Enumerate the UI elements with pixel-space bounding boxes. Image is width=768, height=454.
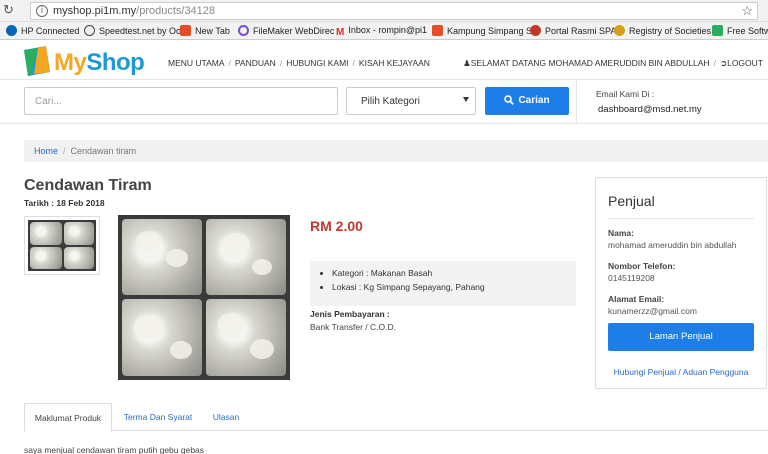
url-field[interactable]: i myshop.pi1m.my/products/34128 ☆ xyxy=(30,2,758,20)
seller-name-label: Nama: xyxy=(608,228,634,238)
seller-name: mohamad ameruddin bin abdullah xyxy=(608,240,737,250)
seller-panel: Penjual Nama: mohamad ameruddin bin abdu… xyxy=(595,177,767,389)
filemaker-icon xyxy=(238,25,249,36)
nav-menu-utama[interactable]: MENU UTAMA xyxy=(168,58,225,68)
mushroom-photo xyxy=(118,215,290,380)
bookmark-item[interactable]: FileMaker WebDirec xyxy=(238,25,334,36)
reload-icon[interactable]: ↻ xyxy=(3,2,14,18)
seller-phone: 0145119208 xyxy=(608,273,655,283)
nav-hubungi-kami[interactable]: HUBUNGI KAMI xyxy=(286,58,348,68)
product-title: Cendawan Tiram xyxy=(24,177,152,194)
joomla-icon xyxy=(180,25,191,36)
product-tabs: Maklumat Produk Terma Dan Syarat Ulasan xyxy=(24,403,768,432)
bookmark-star-icon[interactable]: ☆ xyxy=(741,3,753,19)
product-category: Kategori : Makanan Basah xyxy=(332,268,576,278)
bookmark-item[interactable]: Registry of Societies xyxy=(614,25,711,36)
seller-page-button[interactable]: Laman Penjual xyxy=(608,323,754,351)
bookmark-item[interactable]: M Inbox - rompin@pi1 xyxy=(336,25,427,38)
logo-mark-icon xyxy=(24,46,50,76)
logout-link[interactable]: LOGOUT xyxy=(727,58,763,68)
hp-icon xyxy=(6,25,17,36)
logo-text: MyShop xyxy=(54,49,145,76)
product-image[interactable] xyxy=(118,215,290,380)
payment-label: Jenis Pembayaran : xyxy=(310,309,390,319)
search-icon xyxy=(504,95,515,105)
seller-email: kunamerzz@gmail.com xyxy=(608,306,697,316)
breadcrumb-home[interactable]: Home xyxy=(34,146,58,156)
welcome-text[interactable]: SELAMAT DATANG MOHAMAD AMERUDDIN BIN ABD… xyxy=(471,58,710,68)
breadcrumb: Home / Cendawan tiram xyxy=(24,140,768,162)
browser-address-bar: ↻ i myshop.pi1m.my/products/34128 ☆ xyxy=(0,0,768,22)
search-button-label: Carian xyxy=(518,95,550,106)
product-thumbnail[interactable] xyxy=(24,216,100,275)
url-text: myshop.pi1m.my/products/34128 xyxy=(53,5,216,17)
product-description: saya menjual cendawan tiram putih gebu g… xyxy=(24,445,205,454)
product-price: RM 2.00 xyxy=(310,218,363,234)
product-date: Tarikh : 18 Feb 2018 xyxy=(24,198,105,208)
info-icon[interactable]: i xyxy=(36,5,48,17)
breadcrumb-current: Cendawan tiram xyxy=(70,146,137,156)
user-icon: ♟ xyxy=(463,58,471,68)
contact-seller-link[interactable]: Hubungi Penjual xyxy=(614,367,676,377)
tab-ulasan[interactable]: Ulasan xyxy=(204,403,248,431)
tab-maklumat-produk[interactable]: Maklumat Produk xyxy=(24,403,112,432)
spa-icon xyxy=(530,25,541,36)
divider xyxy=(0,123,768,124)
tab-terma-dan-syarat[interactable]: Terma Dan Syarat xyxy=(116,403,200,431)
search-button[interactable]: Carian xyxy=(485,87,569,115)
email-label: Email Kami Di : xyxy=(596,89,655,99)
product-details: Kategori : Makanan Basah Lokasi : Kg Sim… xyxy=(310,261,576,306)
bookmark-item[interactable]: HP Connected xyxy=(6,25,79,36)
gmail-icon: M xyxy=(336,27,345,38)
ros-icon xyxy=(614,25,625,36)
bookmark-item[interactable]: Kampung Simpang S xyxy=(432,25,532,36)
bookmarks-bar: HP Connected Speedtest.net by Ooi New Ta… xyxy=(0,22,768,40)
category-value: Pilih Kategori xyxy=(361,96,420,107)
caret-down-icon xyxy=(463,97,469,102)
category-select[interactable]: Pilih Kategori xyxy=(346,87,476,115)
search-input[interactable] xyxy=(24,87,338,115)
divider xyxy=(0,79,768,80)
user-nav: ♟SELAMAT DATANG MOHAMAD AMERUDDIN BIN AB… xyxy=(463,58,763,68)
seller-phone-label: Nombor Telefon: xyxy=(608,261,676,271)
user-complaint-link[interactable]: Aduan Pengguna xyxy=(683,367,749,377)
nav-panduan[interactable]: PANDUAN xyxy=(235,58,276,68)
divider xyxy=(576,80,577,123)
seller-links: Hubungi Penjual / Aduan Pengguna xyxy=(613,367,749,377)
mushroom-thumbnail-image xyxy=(28,220,96,271)
bookmark-item[interactable]: Free Softwa xyxy=(712,25,768,36)
nav-kisah-kejayaan[interactable]: KISAH KEJAYAAN xyxy=(359,58,430,68)
payment-methods: Bank Transfer / C.O.D. xyxy=(310,322,396,332)
bookmark-item[interactable]: Speedtest.net by Ooi xyxy=(84,25,183,36)
main-nav: MENU UTAMA / PANDUAN / HUBUNGI KAMI / KISAH KE… xyxy=(168,58,430,68)
product-location: Lokasi : Kg Simpang Sepayang, Pahang xyxy=(332,282,576,292)
bookmark-item[interactable]: Portal Rasmi SPA xyxy=(530,25,616,36)
software-icon xyxy=(712,25,723,36)
divider xyxy=(608,218,754,219)
bookmark-item[interactable]: New Tab xyxy=(180,25,230,36)
joomla-icon xyxy=(432,25,443,36)
site-logo[interactable]: MyShop xyxy=(24,46,145,80)
speedtest-icon xyxy=(84,25,95,36)
seller-email-label: Alamat Email: xyxy=(608,294,665,304)
contact-email[interactable]: dashboard@msd.net.my xyxy=(598,104,702,115)
seller-heading: Penjual xyxy=(608,193,655,209)
